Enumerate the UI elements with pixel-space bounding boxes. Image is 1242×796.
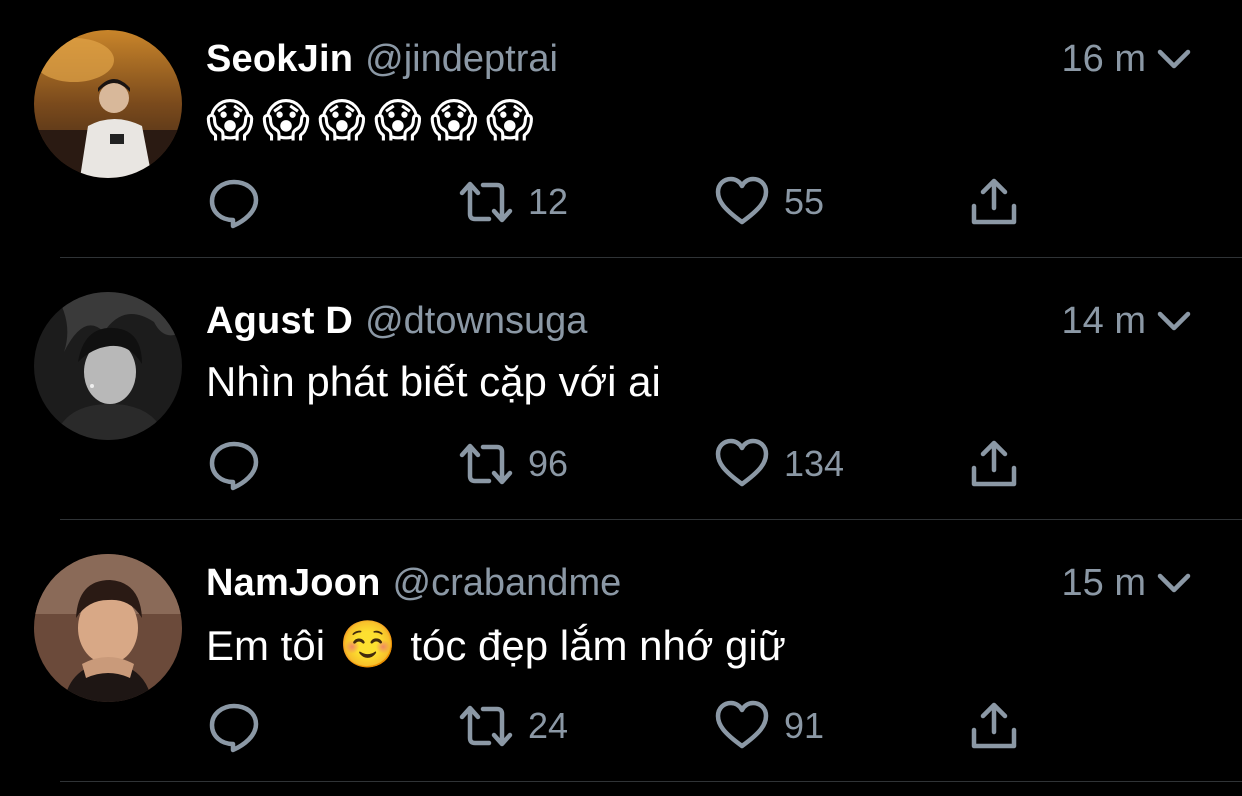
chevron-down-icon[interactable] (1154, 44, 1194, 74)
timestamp[interactable]: 14 m (1062, 298, 1146, 344)
tweet-item[interactable]: NamJoon @crabandme 15 m Em tôi ☺️ tóc đẹp l… (0, 524, 1242, 786)
tweet-feed: SeokJin @jindeptrai 16 m 😱😱😱😱😱😱 12 55 Ag… (0, 0, 1242, 796)
like-count: 134 (784, 443, 845, 484)
chevron-down-icon[interactable] (1154, 568, 1194, 598)
timestamp[interactable]: 16 m (1062, 36, 1146, 82)
retweet-icon (459, 181, 513, 223)
retweet-button[interactable]: 12 (458, 170, 568, 234)
tweet-text-content: Nhìn phát biết cặp với ai (206, 358, 661, 405)
tweet-text: 😱😱😱😱😱😱 (206, 90, 542, 150)
like-button[interactable]: 134 (714, 432, 844, 496)
share-button[interactable] (966, 432, 1022, 496)
retweet-count: 12 (528, 181, 569, 222)
display-name[interactable]: NamJoon (206, 562, 381, 604)
reply-button[interactable] (206, 170, 262, 234)
display-name[interactable]: SeokJin (206, 38, 353, 80)
like-count: 55 (784, 181, 825, 222)
tweet-header: SeokJin @jindeptrai (206, 36, 558, 82)
user-handle[interactable]: @crabandme (393, 562, 622, 604)
tweet-header: Agust D @dtownsuga (206, 298, 587, 344)
divider (60, 781, 1242, 782)
timestamp[interactable]: 15 m (1062, 560, 1146, 606)
chevron-down-icon[interactable] (1154, 306, 1194, 336)
reply-button[interactable] (206, 694, 262, 758)
tweet-actions: 96 134 (206, 432, 1106, 496)
avatar[interactable] (34, 30, 182, 178)
user-handle[interactable]: @jindeptrai (365, 38, 558, 80)
like-button[interactable]: 91 (714, 694, 824, 758)
tweet-text-after: tóc đẹp lắm nhớ giữ (410, 622, 786, 669)
avatar-image (34, 30, 182, 178)
heart-icon (715, 438, 769, 487)
heart-icon (715, 176, 769, 225)
share-button[interactable] (966, 170, 1022, 234)
like-button[interactable]: 55 (714, 170, 824, 234)
share-upload-icon (971, 178, 1017, 225)
tweet-header: NamJoon @crabandme (206, 560, 621, 606)
retweet-button[interactable]: 24 (458, 694, 568, 758)
share-upload-icon (971, 440, 1017, 487)
tweet-item[interactable]: SeokJin @jindeptrai 16 m 😱😱😱😱😱😱 12 55 (0, 0, 1242, 262)
reply-button[interactable] (206, 432, 262, 496)
reply-bubble-icon (209, 441, 259, 491)
avatar[interactable] (34, 292, 182, 440)
like-count: 91 (784, 705, 825, 746)
tweet-text: Nhìn phát biết cặp với ai (206, 352, 661, 412)
tweet-actions: 12 55 (206, 170, 1106, 234)
retweet-button[interactable]: 96 (458, 432, 568, 496)
tweet-text-before: Em tôi (206, 622, 326, 669)
user-handle[interactable]: @dtownsuga (365, 300, 587, 342)
heart-icon (715, 700, 769, 749)
reply-bubble-icon (209, 703, 259, 753)
divider (60, 519, 1242, 520)
reply-bubble-icon (209, 179, 259, 229)
tweet-actions: 24 91 (206, 694, 1106, 758)
avatar-image (34, 292, 182, 440)
retweet-count: 96 (528, 443, 569, 484)
tweet-item[interactable]: Agust D @dtownsuga 14 m Nhìn phát biết cặ… (0, 262, 1242, 524)
retweet-icon (459, 705, 513, 747)
divider (60, 257, 1242, 258)
display-name[interactable]: Agust D (206, 300, 353, 342)
retweet-count: 24 (528, 705, 569, 746)
avatar-image (34, 554, 182, 702)
avatar[interactable] (34, 554, 182, 702)
tweet-text: Em tôi ☺️ tóc đẹp lắm nhớ giữ (206, 614, 786, 674)
tweet-text-content: 😱😱😱😱😱😱 (206, 94, 542, 146)
share-upload-icon (971, 702, 1017, 749)
smiling-face-emoji: ☺️ (339, 618, 397, 670)
retweet-icon (459, 443, 513, 485)
share-button[interactable] (966, 694, 1022, 758)
